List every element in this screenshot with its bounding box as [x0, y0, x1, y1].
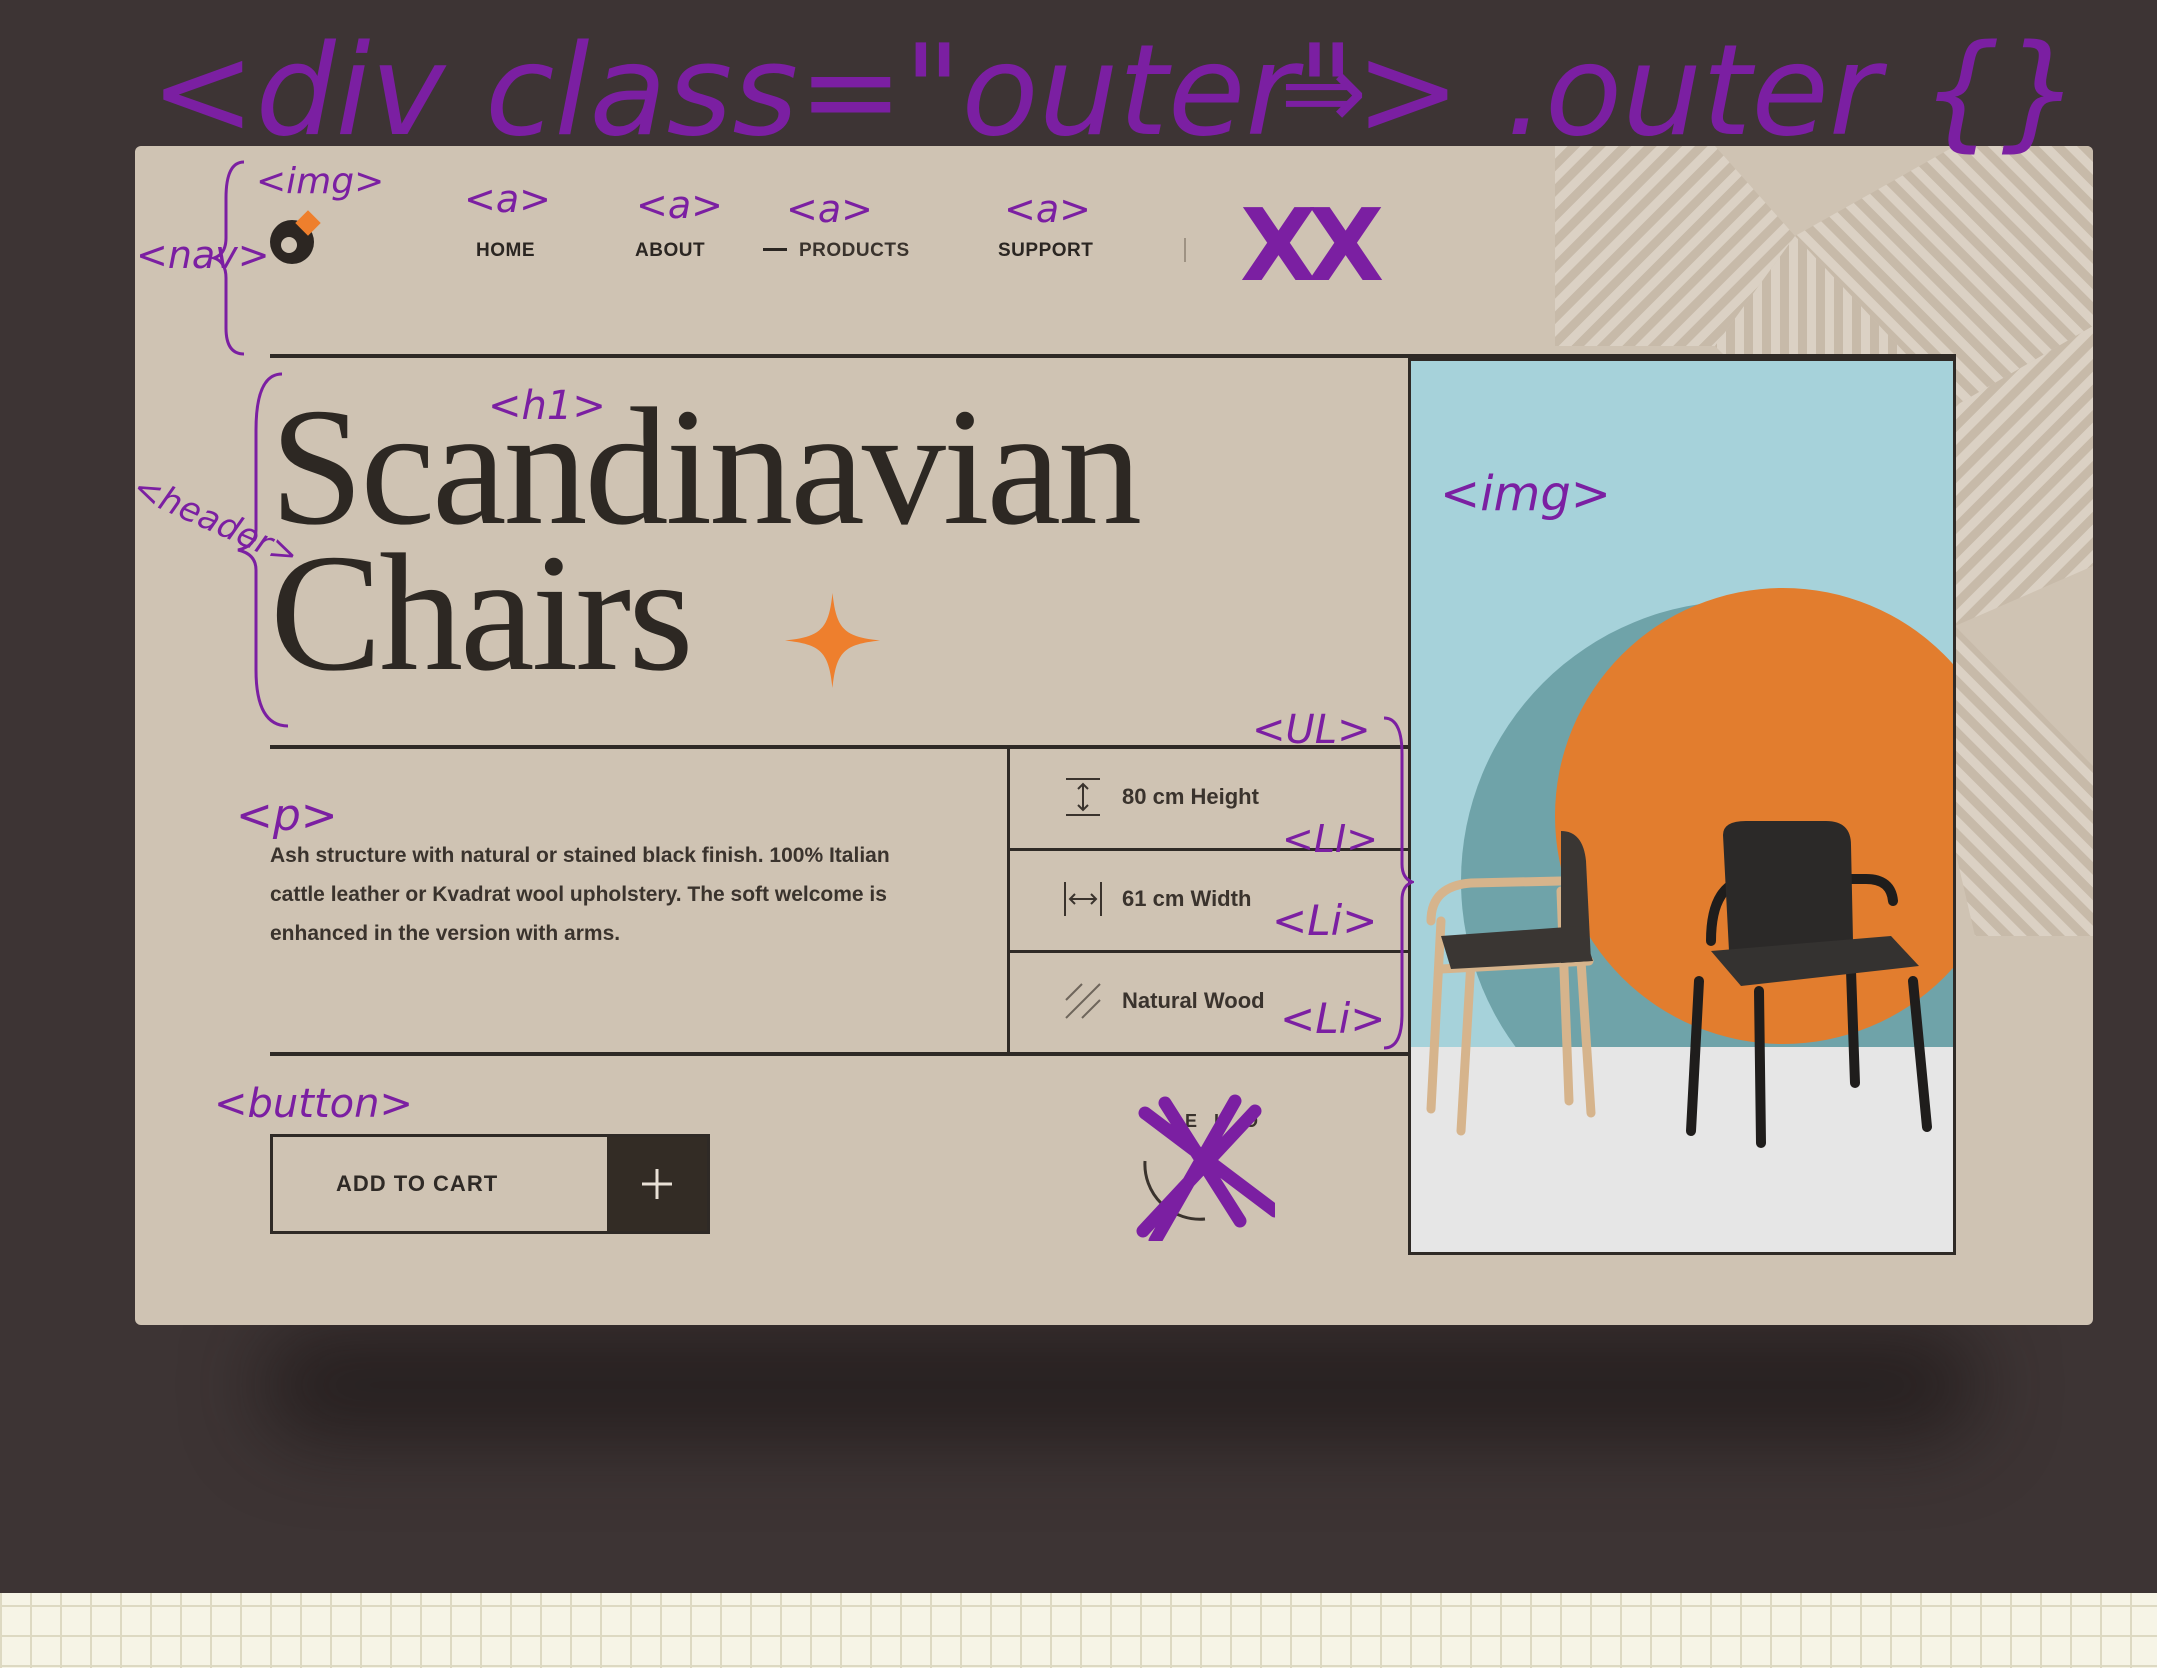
height-icon [1066, 778, 1100, 816]
details-bottom-rule [270, 1052, 1410, 1056]
annotation-products-a: <a> [786, 187, 873, 231]
nav-separator [1184, 238, 1186, 262]
spec-label: 80 cm Height [1122, 784, 1259, 809]
nav-link-products-label: PRODUCTS [799, 240, 910, 261]
nav-link-home[interactable]: HOME [476, 240, 535, 262]
width-icon [1064, 882, 1102, 916]
grid-paper [0, 1593, 2157, 1668]
nav-link-products[interactable]: PRODUCTS [763, 240, 910, 262]
product-description: Ash structure with natural or stained bl… [270, 844, 890, 945]
sparkle-icon [785, 593, 880, 688]
annotation-outer-css: .outer {} [1505, 17, 2082, 164]
annotation-ul: <UL> [1252, 707, 1371, 753]
annotation-li-3: <Li> [1280, 994, 1386, 1043]
annotation-li-1: <LI> [1282, 817, 1379, 861]
plus-icon [607, 1137, 707, 1231]
crossed-out-badge-icon: E H O [1136, 1094, 1275, 1241]
nav-link-about[interactable]: ABOUT [635, 240, 705, 262]
wood-grain-icon [1065, 983, 1101, 1019]
annotation-nav-brace [210, 160, 245, 356]
add-to-cart-button[interactable]: ADD TO CART [270, 1134, 710, 1234]
annotation-support-a: <a> [1004, 187, 1091, 231]
annotation-arrow: ⇒ [1280, 31, 1368, 153]
annotation-about-a: <a> [636, 183, 723, 227]
page-title: Scandinavian Chairs [270, 383, 1142, 697]
annotation-p: <p> [236, 790, 338, 841]
annotation-logo-img: <img> [256, 161, 385, 202]
title-line-2: Chairs [270, 520, 694, 706]
active-indicator [763, 247, 787, 251]
annotation-home-a: <a> [464, 177, 551, 221]
spec-label: Natural Wood [1122, 988, 1265, 1013]
annotation-li-2: <Li> [1272, 896, 1378, 945]
annotation-h1: <h1> [488, 383, 606, 429]
annotation-hero-img: <img> [1440, 466, 1611, 522]
spec-label: 61 cm Width [1122, 886, 1252, 911]
brand-logo-icon[interactable] [267, 210, 323, 266]
annotation-strike: XX [1240, 187, 1384, 304]
mockup-page: HOME ABOUT PRODUCTS SUPPORT Scandinavian… [135, 146, 2093, 1325]
annotation-outer-div: <div class="outer"> [150, 17, 1461, 164]
nav-link-support[interactable]: SUPPORT [998, 240, 1093, 262]
add-to-cart-label: ADD TO CART [336, 1171, 499, 1196]
card-shadow [260, 1330, 1980, 1440]
annotation-button: <button> [214, 1081, 413, 1127]
